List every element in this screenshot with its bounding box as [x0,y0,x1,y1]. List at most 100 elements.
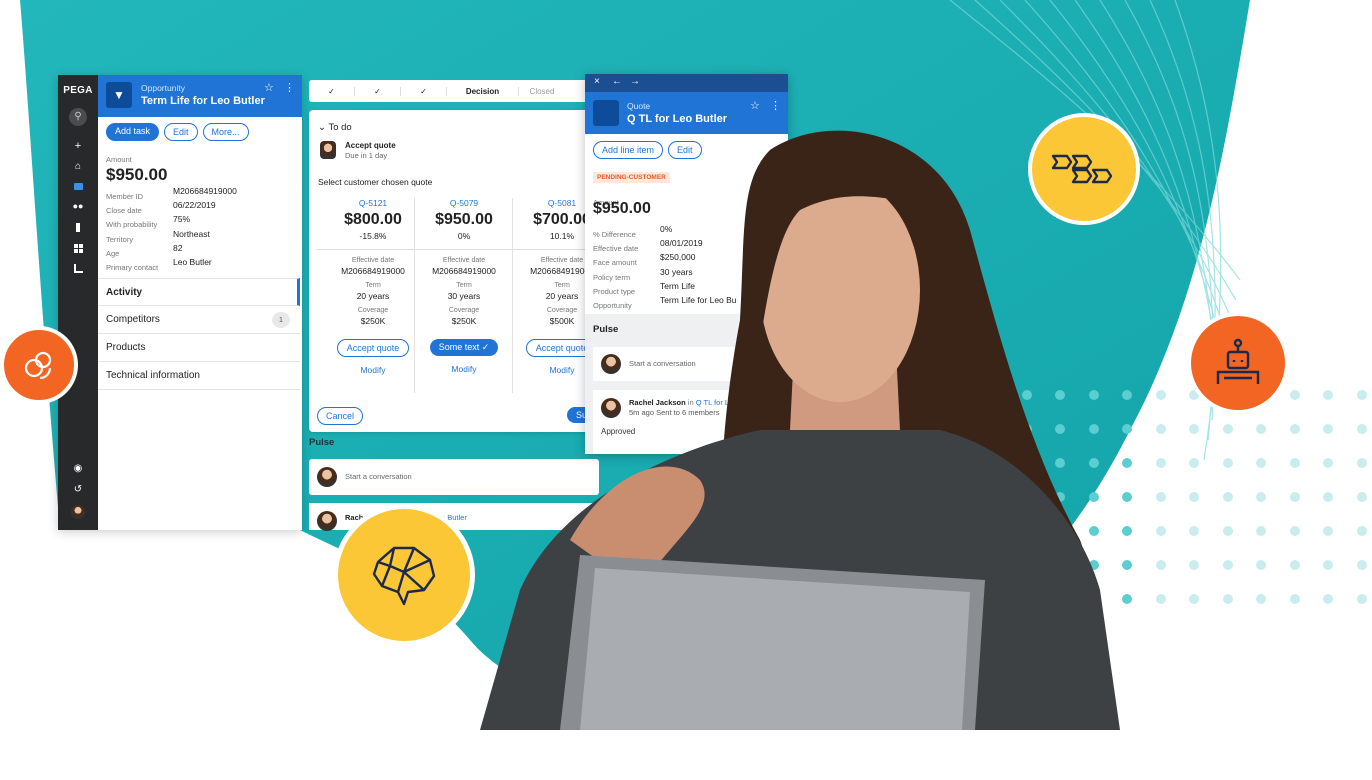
history-icon[interactable]: ↺ [58,484,98,495]
menu-item-label: Technical information [106,370,200,381]
decor-dot [1155,424,1166,434]
decor-dot [1222,594,1233,604]
field-row: Age 82 [106,243,296,258]
quote-diff: -15.8% [359,231,387,241]
decor-dot [1323,424,1333,434]
app-sidebar: PEGA ⚲ + ⌂ ●● ◉ ↺ [58,75,98,530]
count-badge: 1 [272,312,290,328]
grid-icon[interactable] [74,244,83,253]
funnel-icon: ▼ [106,82,132,108]
quote-price: $800.00 [344,211,402,228]
pega-logo: PEGA [63,85,93,96]
decor-dot [1356,390,1367,400]
search-icon[interactable]: ⚲ [69,108,87,126]
home-icon[interactable]: ⌂ [58,161,98,172]
decor-dot [1256,458,1266,468]
record-type: Quote [627,101,651,111]
decor-dot [1323,560,1333,570]
menu-item-label: Competitors [106,314,160,325]
add-task-button[interactable]: Add task [106,123,160,141]
decor-dot [1256,492,1266,502]
stage-step[interactable]: Decision [447,86,519,96]
chart-icon[interactable] [74,264,83,273]
coverage-value: $250K [360,316,386,326]
users-icon[interactable]: ●● [58,201,98,211]
decor-dot [1256,424,1266,434]
accept-quote-button[interactable]: Accept quote [336,339,410,357]
more-icon[interactable]: ⋮ [770,99,781,112]
menu-item-products[interactable]: Products [98,334,300,362]
user-avatar [317,467,337,487]
stage-step[interactable]: ✓ [309,86,355,96]
todo-header: ⌄ To do [318,122,352,133]
menu-item-competitors[interactable]: Competitors 1 [98,306,300,334]
field-row: Primary contact Leo Butler [106,257,296,272]
bell-icon[interactable]: ◉ [58,463,98,474]
field-value: M206684919000 [173,186,237,196]
more-icon[interactable]: ⋮ [284,81,295,94]
todo-title: To do [328,122,352,133]
close-icon[interactable]: × [594,76,600,87]
back-icon[interactable]: ← [612,76,622,87]
decor-dot [1323,390,1333,400]
decor-dot [1323,594,1333,604]
stage-step[interactable]: ✓ [401,86,447,96]
decor-dot [1323,458,1333,468]
field-value: 06/22/2019 [173,200,216,211]
decor-dot [1356,560,1367,570]
menu-item-technical-information[interactable]: Technical information [98,362,300,390]
modify-link[interactable]: Modify [325,365,421,375]
decor-dot [1356,492,1367,502]
plus-icon[interactable]: + [58,140,98,152]
opportunity-menu: Activity Competitors 1 Products Technical in… [98,278,300,390]
decor-dot [1155,560,1166,570]
decor-dot [1222,492,1233,502]
field-row: Close date 06/22/2019 [106,200,296,215]
pulse-input[interactable]: Start a conversation [345,472,412,481]
briefcase-icon[interactable] [74,183,83,190]
stage-step[interactable]: ✓ [355,86,401,96]
decor-dot [1189,594,1199,604]
more-button[interactable]: More... [202,123,249,141]
decor-dot [1323,492,1333,502]
decor-dot [1256,594,1266,604]
record-type: Opportunity [141,83,185,93]
quote-id[interactable]: Q-5121 [325,198,421,208]
cancel-button[interactable]: Cancel [317,407,364,425]
user-avatar[interactable] [71,505,85,519]
decor-dot [1289,492,1300,502]
edit-button[interactable]: Edit [164,123,198,141]
menu-item-activity[interactable]: Activity [98,278,300,306]
pulse-title: Pulse [309,437,335,448]
decor-dot [1155,492,1166,502]
action-bar: Add task Edit More... [106,123,249,141]
woman-with-tablet-photo [480,130,1120,730]
decor-dot [1189,526,1199,536]
star-icon[interactable]: ☆ [264,81,274,94]
forward-icon[interactable]: → [630,76,640,87]
decor-dot [1323,526,1333,536]
field-row: With probability 75% [106,214,296,229]
decor-dot [1155,390,1166,400]
decor-dot [1155,458,1166,468]
effective-value: M206684919000 [341,266,405,276]
decor-dot [1289,560,1300,570]
decor-dot [1189,560,1199,570]
brain-icon [333,504,475,646]
decor-dot [1289,594,1300,604]
decor-dot [1189,458,1199,468]
stage-step[interactable]: Closed [519,87,565,96]
task-title: Accept quote [345,141,396,150]
decor-dot [1155,594,1166,604]
star-icon[interactable]: ☆ [750,99,760,112]
decor-dot [1222,526,1233,536]
pin-icon[interactable] [76,223,80,232]
chevron-down-icon[interactable]: ⌄ [318,122,326,133]
robot-icon [1187,312,1289,414]
decor-dot [1256,526,1266,536]
decor-dot [1356,458,1367,468]
field-label: Primary contact [106,262,159,272]
decor-dot [1289,526,1300,536]
amount-label: Amount [106,155,132,164]
field-value: Northeast [173,228,210,239]
